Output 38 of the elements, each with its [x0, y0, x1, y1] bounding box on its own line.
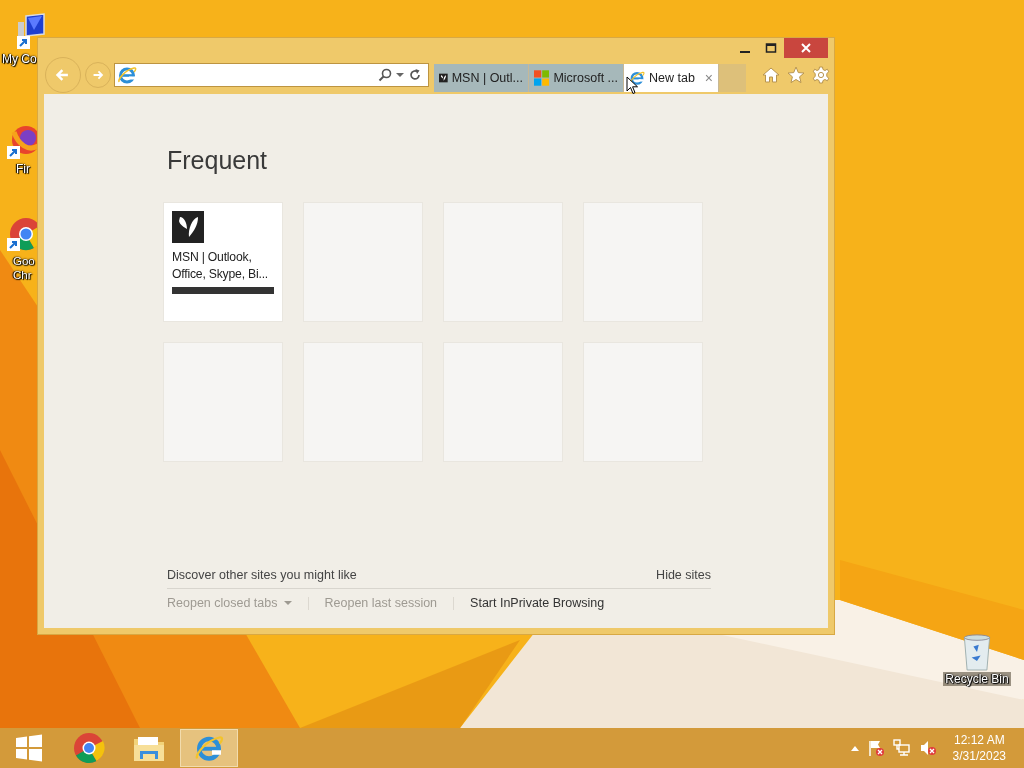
speaker-muted-icon[interactable] [918, 739, 937, 757]
flag-error-icon[interactable] [866, 739, 885, 757]
section-heading: Frequent [167, 146, 269, 175]
minimize-icon [740, 51, 750, 53]
footer-link[interactable]: Start InPrivate Browsing [470, 596, 605, 610]
forward-button[interactable] [85, 62, 111, 88]
butterfly-icon [172, 211, 204, 243]
maximize-icon [765, 42, 777, 54]
caret-icon[interactable] [396, 71, 404, 79]
mouse-cursor-icon [626, 76, 638, 95]
browser-tab[interactable]: MSN | Outl... [434, 64, 529, 92]
hide-sites-link[interactable]: Hide sites [656, 568, 711, 582]
close-tab-button[interactable]: × [704, 70, 713, 86]
close-button[interactable] [784, 38, 828, 58]
browser-icon [629, 70, 645, 86]
browser-tab[interactable]: Microsoft ... [529, 64, 624, 92]
network-icon[interactable] [892, 739, 911, 757]
chrome-icon [73, 732, 105, 764]
star-icon[interactable] [787, 66, 805, 84]
home-icon[interactable] [762, 66, 780, 84]
desktop-icon-label[interactable]: Recycle Bin [943, 672, 1011, 686]
clock-time[interactable]: 12:12 AM [953, 732, 1005, 748]
back-button[interactable] [45, 57, 81, 93]
clock-date[interactable]: 3/31/2023 [952, 748, 1006, 764]
taskbar-app-button[interactable] [180, 729, 238, 767]
four-squares-icon [534, 70, 550, 86]
refresh-icon[interactable] [408, 68, 422, 82]
address-field[interactable] [114, 63, 429, 87]
search-icon[interactable] [378, 68, 392, 82]
close-icon [800, 42, 812, 54]
browser-tab[interactable]: New tab × [624, 64, 719, 92]
browser-icon [194, 733, 224, 763]
caret-up-icon[interactable] [850, 745, 859, 751]
site-tile[interactable]: MSN | Outlook, Office, Skype, Bi... [164, 203, 282, 321]
windows-logo-icon [15, 734, 43, 762]
browser-icon [117, 65, 137, 85]
settings-icon[interactable] [812, 66, 830, 84]
discover-link[interactable]: Discover other sites you might like [167, 568, 357, 582]
